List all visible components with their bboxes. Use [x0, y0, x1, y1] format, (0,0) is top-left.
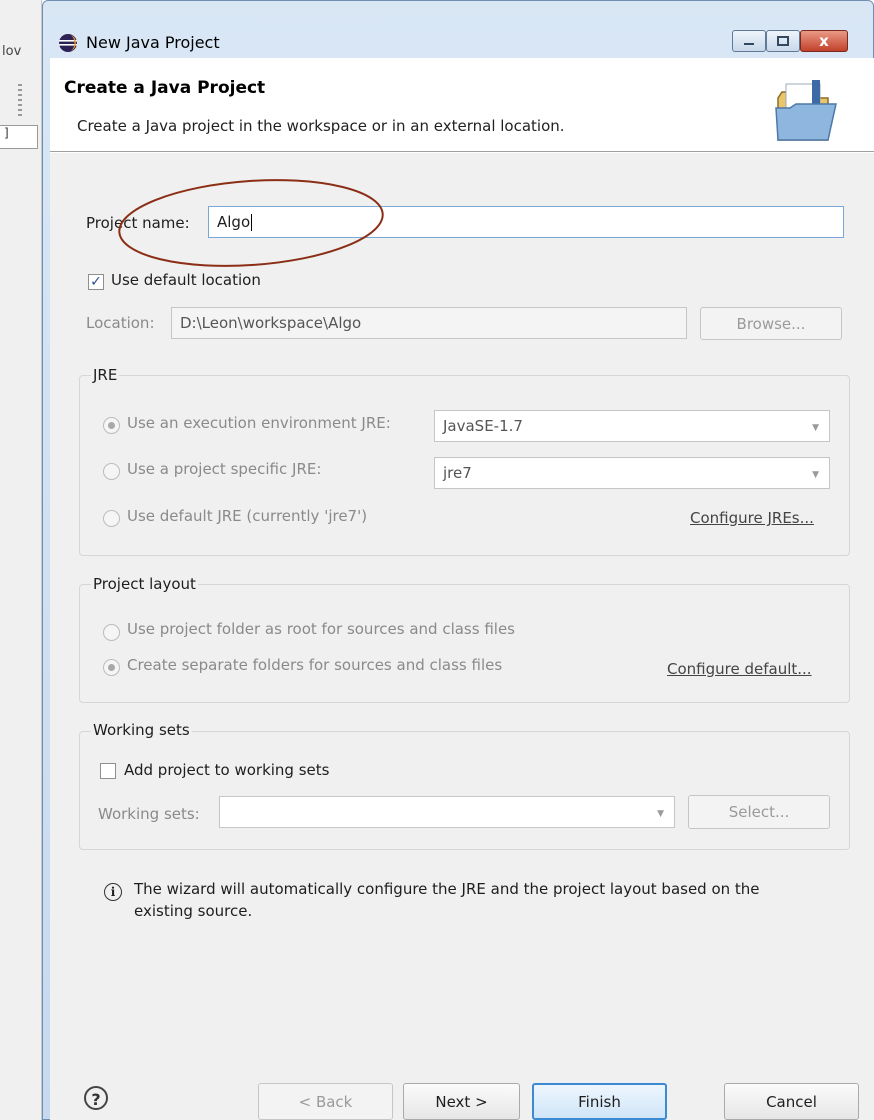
help-icon[interactable]: ?: [84, 1086, 108, 1110]
background-text: lov: [2, 44, 22, 59]
location-value: D:\Leon\workspace\Algo: [180, 314, 362, 332]
chevron-down-icon: ▼: [812, 470, 819, 480]
working-sets-select[interactable]: ▼: [219, 796, 675, 828]
jre-env-label: Use an execution environment JRE:: [127, 414, 391, 432]
working-sets-group: [79, 731, 850, 850]
jre-env-select[interactable]: JavaSE-1.7 ▼: [434, 410, 830, 442]
chevron-down-icon: ▼: [812, 423, 819, 433]
configure-default-link[interactable]: Configure default...: [667, 660, 812, 678]
configure-jres-link[interactable]: Configure JREs...: [690, 509, 814, 527]
cancel-button[interactable]: Cancel: [724, 1083, 859, 1120]
info-text-line1: The wizard will automatically configure …: [134, 880, 760, 898]
project-layout-group: [79, 584, 850, 703]
info-text-line2: existing source.: [134, 902, 253, 920]
toolbar-grip: [18, 84, 22, 118]
close-button[interactable]: x: [800, 30, 848, 52]
location-input[interactable]: D:\Leon\workspace\Algo: [171, 307, 687, 339]
layout-root-label: Use project folder as root for sources a…: [127, 620, 515, 638]
jre-specific-select[interactable]: jre7 ▼: [434, 457, 830, 489]
page-description: Create a Java project in the workspace o…: [77, 117, 565, 135]
layout-root-radio[interactable]: [103, 624, 120, 641]
jre-specific-label: Use a project specific JRE:: [127, 460, 322, 478]
working-sets-group-title: Working sets: [91, 721, 192, 739]
maximize-icon: [777, 36, 789, 46]
jre-specific-value: jre7: [443, 464, 472, 482]
annotation-ellipse: [118, 179, 384, 267]
minimize-button[interactable]: [732, 30, 766, 52]
use-default-location-checkbox[interactable]: ✓: [88, 274, 104, 290]
close-icon: x: [819, 32, 829, 50]
jre-default-label: Use default JRE (currently 'jre7'): [127, 507, 368, 525]
maximize-button[interactable]: [766, 30, 800, 52]
jre-default-radio[interactable]: [103, 510, 120, 527]
project-layout-group-title: Project layout: [91, 575, 198, 593]
jre-specific-radio[interactable]: [103, 463, 120, 480]
info-icon: i: [104, 883, 122, 901]
layout-separate-radio[interactable]: [103, 659, 120, 676]
folder-icon: [775, 80, 837, 141]
window-title: New Java Project: [86, 33, 220, 52]
next-button[interactable]: Next >: [403, 1083, 520, 1120]
jre-group-title: JRE: [91, 366, 120, 384]
background-application: lov ]: [0, 0, 42, 1120]
eclipse-icon: [59, 34, 77, 52]
jre-env-radio[interactable]: [103, 417, 120, 434]
background-tab[interactable]: ]: [0, 125, 38, 149]
page-title: Create a Java Project: [64, 78, 266, 98]
browse-button[interactable]: Browse...: [700, 307, 842, 340]
chevron-down-icon: ▼: [657, 809, 664, 819]
location-label: Location:: [86, 314, 155, 332]
layout-separate-label: Create separate folders for sources and …: [127, 656, 503, 674]
use-default-location-label: Use default location: [111, 271, 261, 289]
back-button[interactable]: < Back: [258, 1083, 393, 1120]
working-sets-label: Working sets:: [98, 805, 200, 823]
add-to-working-sets-label: Add project to working sets: [124, 761, 330, 779]
add-to-working-sets-checkbox[interactable]: [100, 763, 116, 779]
jre-env-value: JavaSE-1.7: [443, 417, 523, 435]
minimize-icon: [744, 43, 754, 45]
wizard-header: [50, 58, 874, 152]
finish-button[interactable]: Finish: [532, 1083, 667, 1120]
select-working-sets-button[interactable]: Select...: [688, 795, 830, 829]
